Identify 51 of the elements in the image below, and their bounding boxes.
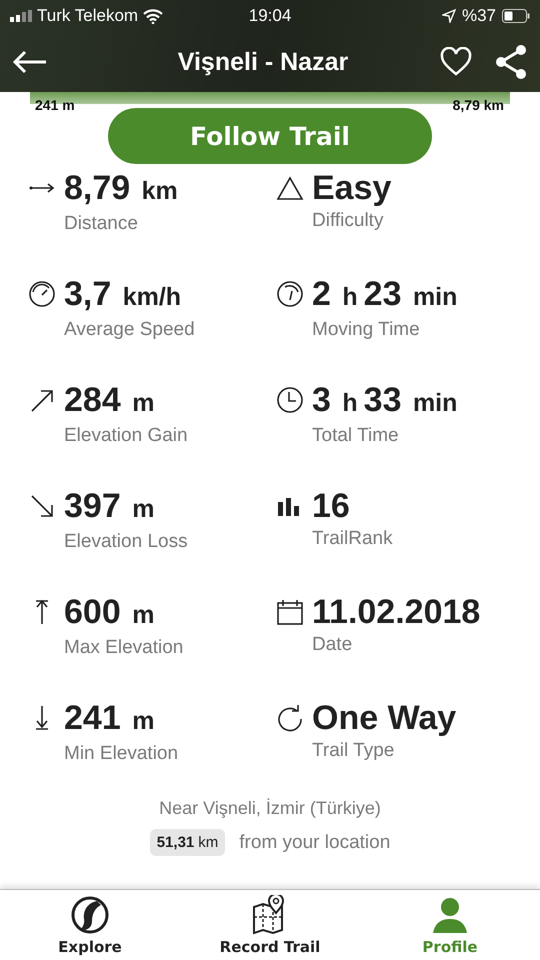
stat-label: Distance <box>64 213 139 235</box>
stat-value: 284 m <box>64 380 156 421</box>
stat-label: Min Elevation <box>64 743 178 765</box>
stat-label: Total Time <box>312 425 400 447</box>
follow-trail-button[interactable]: Follow Trail <box>108 108 432 164</box>
clock-icon <box>276 386 304 414</box>
location-text: Near Vişneli, İzmir (Türkiye) <box>158 798 382 819</box>
clock-time: 19:04 <box>248 6 292 26</box>
stat-label: Trail Type <box>312 740 396 762</box>
stat-value: 241 m <box>64 698 156 739</box>
stat-value: 11.02.2018 <box>312 592 480 632</box>
stat-value: Easy <box>312 168 392 208</box>
stat-value: One Way <box>312 698 456 738</box>
stat-label: Elevation Loss <box>64 531 188 553</box>
battery-icon <box>502 9 530 23</box>
triangle-icon <box>276 174 304 202</box>
heart-icon[interactable] <box>440 47 472 77</box>
tab-button[interactable]: Profile <box>360 894 540 956</box>
stat-value: 16 <box>312 486 351 526</box>
tab-button[interactable]: Record Trail <box>180 894 360 956</box>
stat-value: 3 h 33 min <box>312 380 458 421</box>
gauge-icon <box>276 280 304 308</box>
stat-label: Moving Time <box>312 319 421 341</box>
stat-label: Difficulty <box>312 210 384 232</box>
stat-label: Max Elevation <box>64 637 184 659</box>
signal-icon <box>10 10 32 22</box>
stat-label: Date <box>312 634 354 656</box>
distance-end-label: 8,79 km <box>452 97 504 113</box>
tab-button[interactable]: Explore <box>0 894 180 956</box>
trail-circle-icon <box>70 894 110 934</box>
calendar-icon <box>276 598 304 626</box>
wifi-icon <box>143 8 164 24</box>
stat-value: 600 m <box>64 592 156 633</box>
circular-arrow-icon <box>276 704 304 732</box>
distance-badge: 51,31 km <box>150 829 226 856</box>
stat-value: 3,7 km/h <box>64 274 182 315</box>
carrier-name: Turk Telekom <box>37 6 138 26</box>
battery-percent: %37 <box>462 6 496 26</box>
back-arrow-icon[interactable] <box>12 50 48 74</box>
distance-caption: from your location <box>239 832 390 854</box>
elevation-start-label: 241 m <box>35 97 75 113</box>
share-icon[interactable] <box>494 44 528 80</box>
gauge-icon <box>28 280 56 308</box>
location-arrow-icon <box>442 9 456 23</box>
stat-value: 8,79 km <box>64 168 179 209</box>
stat-label: Elevation Gain <box>64 425 188 447</box>
stat-label: Average Speed <box>64 319 195 341</box>
trail-title: Vişneli - Nazar <box>176 48 350 76</box>
stat-value: 397 m <box>64 486 156 527</box>
stat-label: TrailRank <box>312 528 393 550</box>
stat-value: 2 h 23 min <box>312 274 458 315</box>
